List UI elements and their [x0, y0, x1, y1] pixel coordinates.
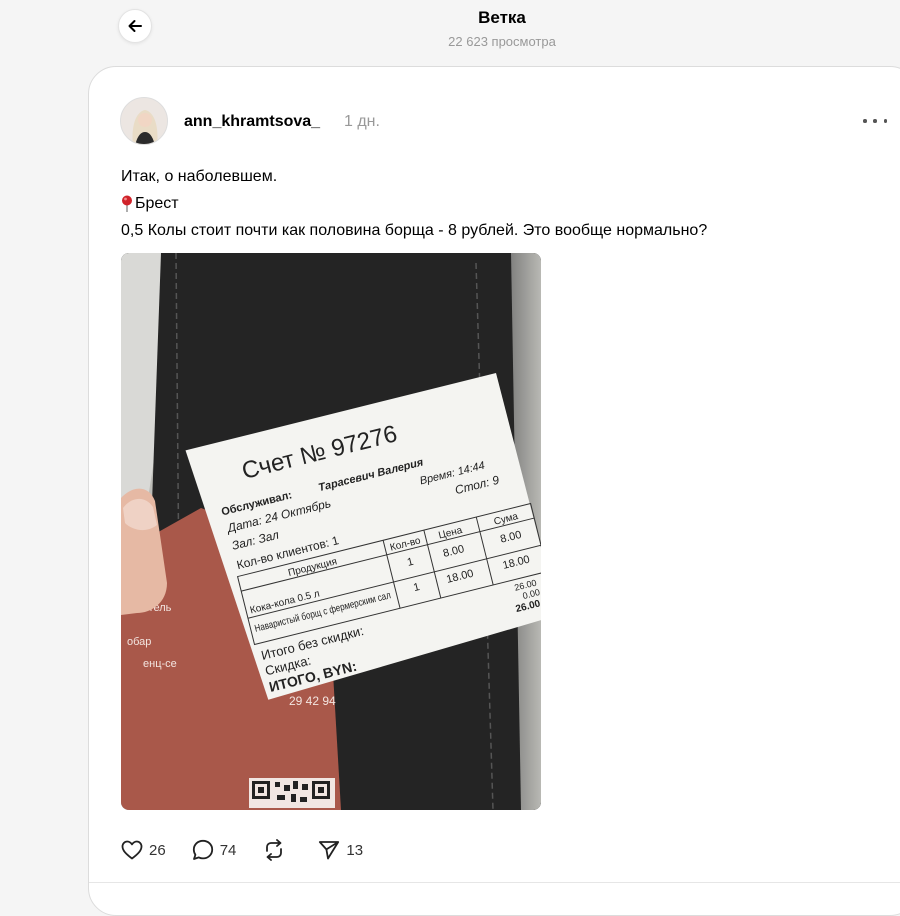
menu-line-2: обар	[127, 636, 151, 648]
share-count: 13	[346, 841, 364, 859]
divider	[89, 882, 900, 883]
like-count: 26	[149, 841, 166, 859]
post-actions: 26 74 13	[121, 839, 389, 861]
qr-code-icon	[249, 778, 335, 808]
repost-icon	[266, 839, 283, 861]
username[interactable]: ann_khramtsova_	[184, 113, 320, 131]
title-block: Ветка 22 623 просмотра	[402, 8, 602, 49]
arrow-left-icon	[128, 20, 142, 32]
view-count: 22 623 просмотра	[448, 34, 556, 49]
avatar[interactable]	[120, 97, 168, 145]
like-button[interactable]: 26	[121, 840, 166, 860]
top-bar: Ветка 22 623 просмотра	[0, 0, 900, 66]
share-button[interactable]: 13	[318, 840, 363, 860]
menu-phone: 29 42 94	[289, 694, 336, 708]
menu-line-3: енц-се	[143, 658, 177, 670]
page-title: Ветка	[478, 8, 526, 27]
dot-icon	[863, 119, 867, 123]
speech-bubble-icon	[192, 839, 213, 860]
paper-plane-icon	[319, 841, 340, 860]
round-pushpin-icon	[122, 195, 132, 213]
repost-button[interactable]	[262, 839, 292, 861]
post-line-3: 0,5 Колы стоит почти как половина борща …	[121, 222, 708, 239]
dot-icon	[883, 119, 887, 123]
location-text: Брест	[135, 195, 179, 212]
post-time: 1 дн.	[344, 113, 380, 130]
dot-icon	[873, 119, 877, 123]
post-card: ann_khramtsova_ 1 дн. Итак, о наболевшем…	[88, 66, 900, 916]
back-button[interactable]	[118, 9, 152, 43]
comment-count: 74	[219, 841, 237, 859]
post-line-2: Брест	[121, 190, 707, 217]
more-options-button[interactable]	[863, 113, 887, 129]
receipt-photo: тик-отель обар енц-се 29 42 94	[121, 253, 541, 810]
post-line-1: Итак, о наболевшем.	[121, 168, 278, 185]
post-photo[interactable]: тик-отель обар енц-се 29 42 94	[121, 253, 541, 810]
comment-button[interactable]: 74	[192, 839, 237, 861]
heart-icon	[121, 840, 143, 860]
post-text: Итак, о наболевшем. Брест 0,5 Колы стоит…	[121, 163, 707, 244]
